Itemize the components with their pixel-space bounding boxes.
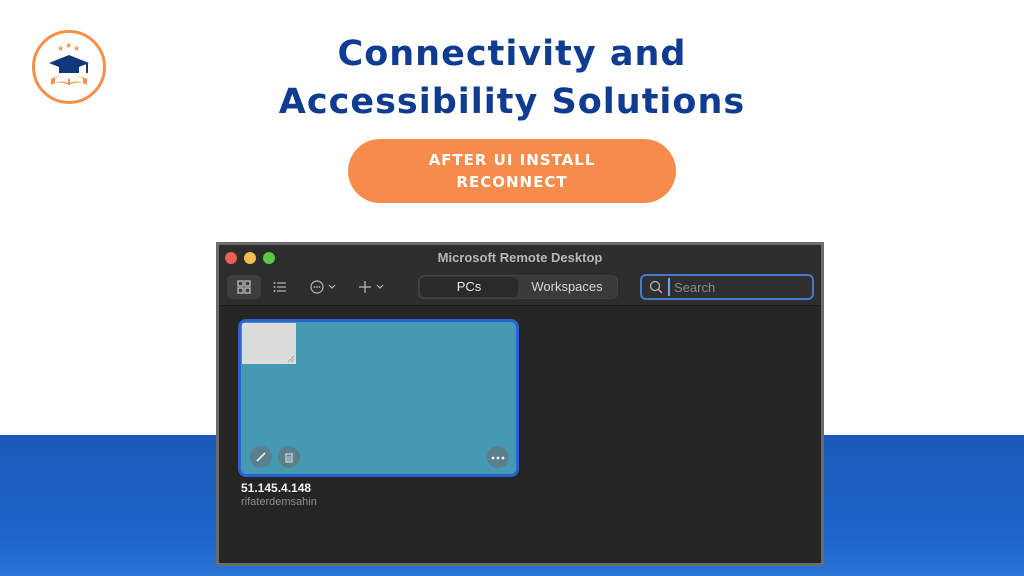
pc-name-label: 51.145.4.148 [241, 481, 312, 495]
add-menu[interactable] [355, 275, 391, 299]
window-toolbar: PCs Workspaces [219, 271, 821, 306]
pc-user-label: rifaterdemsahin [241, 496, 317, 508]
badge-line1: AFTER UI INSTALL [428, 151, 596, 169]
edit-pc-button[interactable] [250, 446, 272, 468]
trash-icon [285, 453, 293, 463]
search-icon [649, 280, 663, 294]
slide-title-line2: Accessibility Solutions [278, 82, 746, 122]
ellipsis-icon [491, 456, 505, 460]
tab-pcs[interactable]: PCs [420, 277, 518, 297]
resize-grip-icon [287, 355, 295, 363]
remote-desktop-window: Microsoft Remote Desktop PCs Workspaces … [216, 242, 824, 566]
badge-line2: RECONNECT [456, 173, 568, 191]
slide-title-line1: Connectivity and [337, 34, 687, 74]
grid-icon [237, 280, 251, 294]
pc-more-button[interactable] [487, 446, 509, 468]
window-titlebar: Microsoft Remote Desktop [219, 245, 821, 271]
pc-thumbnail [242, 323, 296, 364]
status-badge: AFTER UI INSTALL RECONNECT [348, 139, 676, 203]
grid-view-button[interactable] [227, 275, 261, 299]
ellipsis-circle-icon [310, 280, 336, 294]
tab-workspaces[interactable]: Workspaces [518, 277, 616, 297]
window-title: Microsoft Remote Desktop [437, 250, 603, 265]
plus-icon [359, 281, 384, 293]
search-input[interactable] [668, 278, 814, 296]
view-segmented-control: PCs Workspaces [418, 275, 618, 299]
list-view-button[interactable] [267, 275, 293, 299]
pc-tile[interactable] [238, 319, 519, 477]
search-box [640, 274, 814, 300]
more-actions-menu[interactable] [307, 275, 343, 299]
list-icon [273, 282, 286, 292]
pencil-icon [256, 452, 266, 462]
delete-pc-button[interactable] [278, 446, 300, 468]
